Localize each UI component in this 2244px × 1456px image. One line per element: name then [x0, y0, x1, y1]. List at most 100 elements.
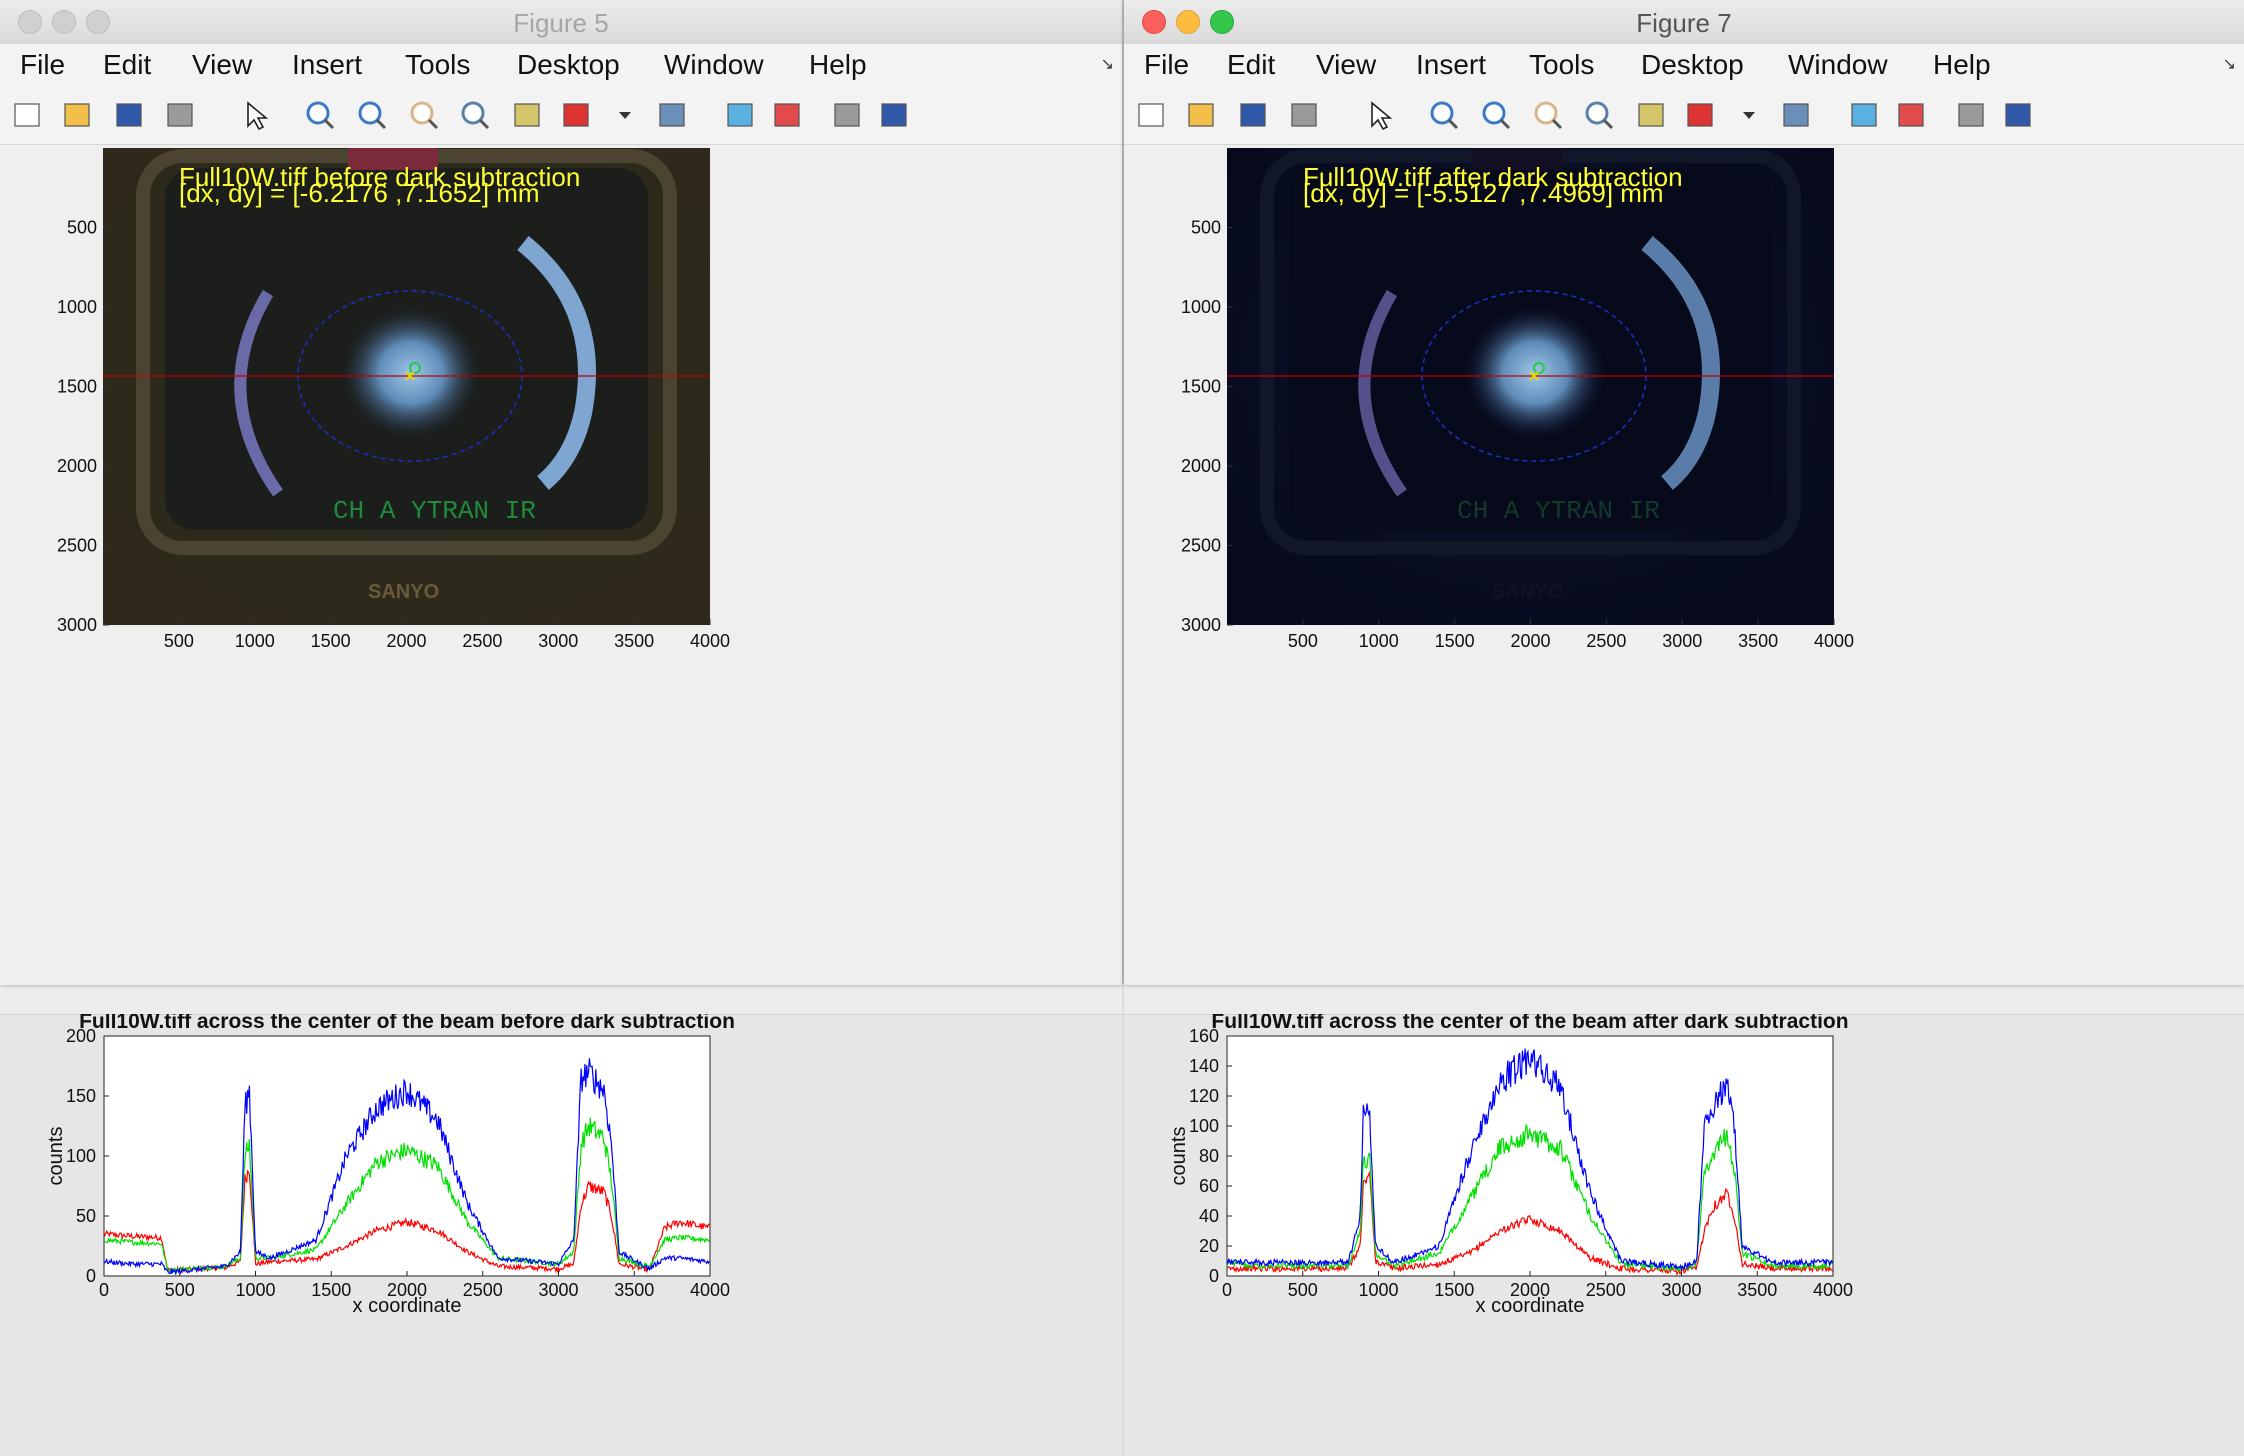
plot-xtick-label: 4000: [690, 1280, 730, 1300]
menu-desktop[interactable]: Desktop: [1641, 49, 1744, 81]
legend-icon[interactable]: [1894, 98, 1928, 132]
figure-5-window[interactable]: Figure 5 File Edit View Insert Tools Des…: [0, 0, 1122, 985]
data-cursor-icon[interactable]: [510, 98, 544, 132]
plot-title: Full10W.tiff across the center of the be…: [1211, 1014, 1848, 1033]
show-tools-icon[interactable]: [877, 98, 911, 132]
menu-bar: File Edit View Insert Tools Desktop Wind…: [0, 44, 1122, 86]
image-ytick-label: 2500: [57, 536, 97, 556]
plot-after-dark-subtraction: Full10W.tiff across the center of the be…: [1168, 1014, 1853, 1317]
figure-8-window[interactable]: Full10W.tiff across the center of the be…: [1124, 978, 2244, 1456]
plot-ytick-label: 200: [66, 1026, 96, 1046]
menu-view[interactable]: View: [1316, 49, 1376, 81]
data-cursor-icon[interactable]: [1634, 98, 1668, 132]
brush-icon[interactable]: [559, 98, 593, 132]
rotate-icon[interactable]: [1582, 98, 1616, 132]
pointer-icon[interactable]: [238, 98, 272, 132]
open-icon[interactable]: [1184, 98, 1218, 132]
title-bar[interactable]: Figure 7: [1124, 0, 2244, 45]
image-ytick-label: 2000: [1181, 456, 1221, 476]
plot-area: [103, 1035, 711, 1277]
menu-insert[interactable]: Insert: [292, 49, 362, 81]
menu-file[interactable]: File: [20, 49, 65, 81]
new-figure-icon[interactable]: [10, 98, 44, 132]
plot-ytick-label: 140: [1189, 1056, 1219, 1076]
brush-dropdown-icon[interactable]: [608, 98, 642, 132]
title-bar[interactable]: Figure 5: [0, 0, 1122, 45]
image-xtick-label: 2500: [1586, 631, 1626, 651]
plot-ytick-label: 60: [1199, 1176, 1219, 1196]
menu-tools[interactable]: Tools: [405, 49, 470, 81]
plot-ytick-label: 0: [86, 1266, 96, 1286]
plot-before-dark-subtraction: Full10W.tiff across the center of the be…: [45, 1014, 735, 1317]
menu-view[interactable]: View: [192, 49, 252, 81]
dock-arrow-icon[interactable]: ↘: [2223, 54, 2236, 74]
image-xtick-label: 500: [164, 631, 194, 651]
plot-ylabel: counts: [1168, 1127, 1190, 1186]
show-tools-icon[interactable]: [2001, 98, 2035, 132]
pan-icon[interactable]: [1531, 98, 1565, 132]
menu-edit[interactable]: Edit: [1227, 49, 1275, 81]
image-ytick-label: 2000: [57, 456, 97, 476]
brush-icon[interactable]: [1683, 98, 1717, 132]
plot-ytick-label: 150: [66, 1086, 96, 1106]
zoom-out-icon[interactable]: [1479, 98, 1513, 132]
colorbar-icon[interactable]: [723, 98, 757, 132]
new-figure-icon[interactable]: [1134, 98, 1168, 132]
menu-file[interactable]: File: [1144, 49, 1189, 81]
menu-insert[interactable]: Insert: [1416, 49, 1486, 81]
figure-6-window[interactable]: Full10W.tiff across the center of the be…: [0, 978, 1122, 1456]
menu-tools[interactable]: Tools: [1529, 49, 1594, 81]
camera-image-axes: CH A YTRAN IRSANYOFull10W.tiff after dar…: [1181, 148, 1854, 651]
plot-xtick-label: 500: [165, 1280, 195, 1300]
save-icon[interactable]: [1236, 98, 1270, 132]
image-ytick-label: 1000: [1181, 297, 1221, 317]
image-xtick-label: 4000: [690, 631, 730, 651]
open-icon[interactable]: [60, 98, 94, 132]
plot-xtick-label: 4000: [1813, 1280, 1853, 1300]
figure-7-window[interactable]: Figure 7 File Edit View Insert Tools Des…: [1124, 0, 2244, 985]
plot-xtick-label: 3500: [1737, 1280, 1777, 1300]
menu-help[interactable]: Help: [809, 49, 867, 81]
image-xtick-label: 3500: [614, 631, 654, 651]
image-xtick-label: 2000: [386, 631, 426, 651]
print-icon[interactable]: [1287, 98, 1321, 132]
image-ytick-label: 1500: [1181, 377, 1221, 397]
plot-ytick-label: 0: [1209, 1266, 1219, 1286]
dock-arrow-icon[interactable]: ↘: [1101, 54, 1114, 74]
plot-ylabel: counts: [45, 1127, 67, 1186]
rotate-icon[interactable]: [458, 98, 492, 132]
hide-tools-icon[interactable]: [1954, 98, 1988, 132]
beam-spot: [1463, 305, 1607, 441]
image-ytick-label: 1500: [57, 377, 97, 397]
menu-help[interactable]: Help: [1933, 49, 1991, 81]
plot-xtick-label: 0: [1222, 1280, 1232, 1300]
colorbar-icon[interactable]: [1847, 98, 1881, 132]
hide-tools-icon[interactable]: [830, 98, 864, 132]
menu-window[interactable]: Window: [664, 49, 764, 81]
pan-icon[interactable]: [407, 98, 441, 132]
plot-xtick-label: 1500: [311, 1280, 351, 1300]
zoom-in-icon[interactable]: [303, 98, 337, 132]
image-ytick-label: 500: [1191, 218, 1221, 238]
image-xtick-label: 3500: [1738, 631, 1778, 651]
link-icon[interactable]: [1779, 98, 1813, 132]
pointer-icon[interactable]: [1362, 98, 1396, 132]
plot-xtick-label: 1500: [1434, 1280, 1474, 1300]
save-icon[interactable]: [112, 98, 146, 132]
menu-edit[interactable]: Edit: [103, 49, 151, 81]
image-ytick-label: 2500: [1181, 536, 1221, 556]
image-xtick-label: 3000: [538, 631, 578, 651]
image-xtick-label: 1000: [1359, 631, 1399, 651]
zoom-out-icon[interactable]: [355, 98, 389, 132]
plot-xtick-label: 1000: [235, 1280, 275, 1300]
camera-image: CH A YTRAN IRSANYOFull10W.tiff before da…: [103, 148, 710, 625]
brush-dropdown-icon[interactable]: [1732, 98, 1766, 132]
legend-icon[interactable]: [770, 98, 804, 132]
figure-canvas: CH A YTRAN IR SANYO Full10W.tiff before da…: [0, 145, 1122, 985]
menu-desktop[interactable]: Desktop: [517, 49, 620, 81]
zoom-in-icon[interactable]: [1427, 98, 1461, 132]
print-icon[interactable]: [163, 98, 197, 132]
window-title: Figure 7: [1636, 8, 1732, 38]
menu-window[interactable]: Window: [1788, 49, 1888, 81]
link-icon[interactable]: [655, 98, 689, 132]
